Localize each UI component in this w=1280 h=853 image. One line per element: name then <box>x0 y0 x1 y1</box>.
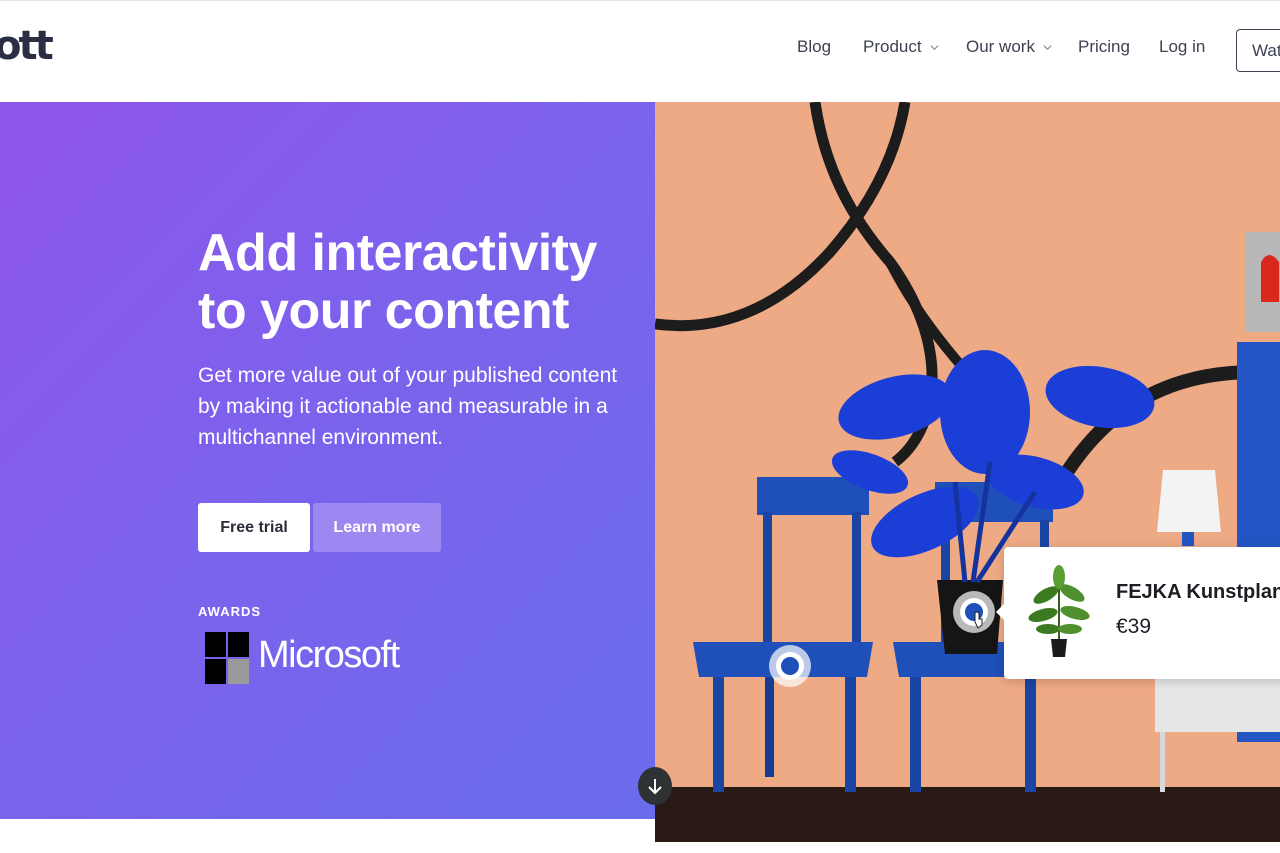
red-figure <box>1261 255 1279 302</box>
nav-product-label: Product <box>863 37 922 56</box>
hotspot-icon[interactable] <box>953 591 995 633</box>
nav-our-work[interactable]: Our work <box>966 37 1052 57</box>
lamp-shade <box>1157 470 1221 532</box>
microsoft-logo-icon <box>205 632 249 684</box>
scroll-down-button[interactable] <box>638 767 672 805</box>
logo[interactable]: ott <box>0 23 54 69</box>
hero-title: Add interactivity to your content <box>198 224 638 340</box>
chevron-down-icon <box>1043 44 1052 50</box>
nav-blog-label: Blog <box>797 37 832 56</box>
nav-pricing[interactable]: Pricing <box>1078 37 1130 57</box>
table-leg <box>1160 732 1165 792</box>
learn-more-button[interactable]: Learn more <box>313 503 441 552</box>
nav-product[interactable]: Product <box>863 37 939 57</box>
awards-label: AWARDS <box>198 604 262 619</box>
lamp-base <box>1182 532 1194 546</box>
hotspot-icon[interactable] <box>769 645 811 687</box>
hero-panel: Add interactivity to your content Get mo… <box>0 102 655 819</box>
floor <box>655 787 1280 842</box>
side-table <box>1155 672 1280 732</box>
nav-login-label: Log in <box>1159 37 1206 56</box>
chevron-down-icon <box>930 44 939 50</box>
product-tooltip-card[interactable]: FEJKA Kunstplant €39 <box>996 547 1280 679</box>
watch-button[interactable]: Watch <box>1236 29 1280 72</box>
nav-pricing-label: Pricing <box>1078 37 1130 56</box>
nav-blog[interactable]: Blog <box>797 37 831 57</box>
free-trial-button[interactable]: Free trial <box>198 503 310 552</box>
page-below-hero <box>0 819 655 853</box>
hero-title-line1: Add interactivity <box>198 224 597 282</box>
plant-thumbnail-icon <box>1028 565 1090 657</box>
arrow-down-icon <box>648 779 662 795</box>
product-price: €39 <box>1116 615 1152 638</box>
award-brand: Microsoft <box>258 634 400 676</box>
hero-image <box>655 102 1280 842</box>
site-header: ott Blog Product Our work Pricing Log in… <box>0 0 1280 102</box>
hero-title-line2: to your content <box>198 282 569 340</box>
nav-our-work-label: Our work <box>966 37 1035 56</box>
hero-subtitle: Get more value out of your published con… <box>198 364 618 449</box>
product-name: FEJKA Kunstplant <box>1116 581 1280 603</box>
nav-login[interactable]: Log in <box>1159 37 1205 57</box>
